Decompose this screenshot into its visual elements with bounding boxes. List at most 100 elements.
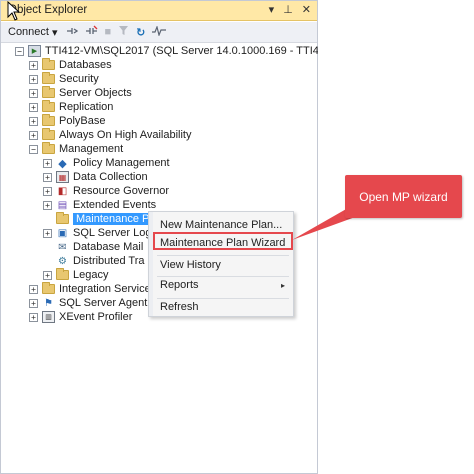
tree-node-databases[interactable]: + Databases <box>29 58 112 72</box>
tree-node-label: Databases <box>59 59 112 71</box>
tree-node-label: Always On High Availability <box>59 129 192 141</box>
tree-node-label: Data Collection <box>73 171 148 183</box>
window-menu-icon[interactable]: ▾ <box>269 3 275 16</box>
tree-node-extended-events[interactable]: + ▤ Extended Events <box>43 198 156 212</box>
data-collection-icon: ▦ <box>56 171 69 183</box>
policy-icon: ◆ <box>58 157 67 170</box>
tree-node-replication[interactable]: + Replication <box>29 100 113 114</box>
menu-item-label: View History <box>160 259 221 271</box>
expand-icon[interactable]: + <box>29 102 38 112</box>
expand-icon[interactable]: + <box>29 116 38 126</box>
expand-icon[interactable]: + <box>29 60 38 70</box>
tree-node-management[interactable]: − Management <box>29 142 123 156</box>
connect-object-icon[interactable] <box>65 25 78 40</box>
menu-item-reports[interactable]: Reports ▸ <box>153 276 293 294</box>
tree-node-polybase[interactable]: + PolyBase <box>29 114 105 128</box>
tree-node-label: Distributed Tra <box>73 255 145 267</box>
expand-icon[interactable]: + <box>29 88 38 98</box>
folder-icon <box>42 86 55 98</box>
menu-item-label: New Maintenance Plan... <box>160 219 283 231</box>
tree-node-sql-server-logs[interactable]: + ▣ SQL Server Log <box>43 226 151 240</box>
tree-node-maintenance-plans[interactable]: Maintenance P <box>43 212 153 226</box>
tree-node-policy-management[interactable]: + ◆ Policy Management <box>43 156 170 170</box>
expand-icon[interactable]: + <box>43 228 52 238</box>
server-icon: ▶ <box>28 45 41 57</box>
expand-icon[interactable]: + <box>43 270 52 280</box>
expand-icon[interactable]: + <box>29 284 38 294</box>
object-explorer-toolbar: Connect ▾ ■ ↻ <box>1 22 317 43</box>
tree-node-data-collection[interactable]: + ▦ Data Collection <box>43 170 148 184</box>
context-menu: New Maintenance Plan... Maintenance Plan… <box>148 211 294 317</box>
chevron-right-icon: ▸ <box>280 280 285 290</box>
disconnect-icon[interactable] <box>85 25 98 40</box>
tree-node-sql-server-agent[interactable]: + ⚑ SQL Server Agent <box>29 296 147 310</box>
filter-icon[interactable] <box>118 25 129 39</box>
tree-node-integration-services[interactable]: + Integration Service <box>29 282 151 296</box>
tree-node-label: SQL Server Log <box>73 227 152 239</box>
menu-item-label: Refresh <box>160 301 199 313</box>
mouse-cursor-icon <box>7 1 21 21</box>
object-explorer-titlebar[interactable]: Object Explorer ▾ ⊥ ✕ <box>1 1 317 21</box>
tree-node-label: Legacy <box>73 269 109 281</box>
tree-node-label: PolyBase <box>59 115 106 127</box>
activity-monitor-icon[interactable] <box>152 24 167 39</box>
log-icon: ▣ <box>57 227 68 239</box>
tree-node-label: Resource Governor <box>73 185 169 197</box>
extended-events-icon: ▤ <box>57 199 68 211</box>
collapse-icon[interactable]: − <box>29 144 38 154</box>
xevent-profiler-icon: ▥ <box>42 311 55 323</box>
close-icon[interactable]: ✕ <box>302 3 311 16</box>
tree-node-distributed-transaction[interactable]: ⚙ Distributed Tra <box>43 254 145 268</box>
folder-icon <box>42 142 55 154</box>
folder-icon <box>56 212 69 224</box>
menu-item-label: Reports <box>160 279 199 291</box>
dtc-icon: ⚙ <box>58 255 67 267</box>
menu-item-view-history[interactable]: View History <box>153 256 293 274</box>
tree-node-label: Extended Events <box>73 199 157 211</box>
expand-icon[interactable]: + <box>29 74 38 84</box>
expand-icon[interactable]: + <box>29 298 38 308</box>
folder-icon <box>42 114 55 126</box>
window-controls: ▾ ⊥ ✕ <box>269 3 311 16</box>
expand-icon[interactable]: + <box>43 172 52 182</box>
callout-text: Open MP wizard <box>359 189 448 204</box>
folder-icon <box>56 268 69 280</box>
folder-icon <box>42 100 55 112</box>
folder-icon <box>42 282 55 294</box>
stop-icon[interactable]: ■ <box>105 26 112 38</box>
expand-icon[interactable]: + <box>43 186 52 196</box>
background-area <box>318 0 474 474</box>
expand-icon[interactable]: + <box>43 200 52 210</box>
tree-node-legacy[interactable]: + Legacy <box>43 268 108 282</box>
menu-item-refresh[interactable]: Refresh <box>153 298 293 316</box>
tree-node-label: Management <box>59 143 124 155</box>
connect-label: Connect <box>8 26 49 38</box>
tree-node-label: Server Objects <box>59 87 132 99</box>
tree-node-always-on[interactable]: + Always On High Availability <box>29 128 191 142</box>
connect-button[interactable]: Connect ▾ <box>8 26 58 39</box>
tree-node-xevent-profiler[interactable]: + ▥ XEvent Profiler <box>29 310 132 324</box>
tree-node-security[interactable]: + Security <box>29 72 99 86</box>
folder-icon <box>42 72 55 84</box>
callout-annotation: Open MP wizard <box>345 175 462 218</box>
pin-icon[interactable]: ⊥ <box>283 3 293 16</box>
tree-node-label: Policy Management <box>73 157 170 169</box>
collapse-icon[interactable]: − <box>15 46 24 56</box>
folder-icon <box>42 128 55 140</box>
mail-icon: ✉ <box>58 241 67 253</box>
tree-node-label: XEvent Profiler <box>59 311 133 323</box>
tree-node-resource-governor[interactable]: + ◧ Resource Governor <box>43 184 169 198</box>
chevron-down-icon: ▾ <box>51 26 58 39</box>
tree-node-label: Maintenance P <box>73 213 153 225</box>
tree-node-label: Replication <box>59 101 114 113</box>
expand-icon[interactable]: + <box>29 312 38 322</box>
tree-node-database-mail[interactable]: ✉ Database Mail <box>43 240 143 254</box>
tree-node-label: Database Mail <box>73 241 144 253</box>
expand-icon[interactable]: + <box>43 158 52 168</box>
tree-node-server-objects[interactable]: + Server Objects <box>29 86 132 100</box>
tree-node-label: SQL Server Agent <box>59 297 148 309</box>
folder-icon <box>42 58 55 70</box>
wizard-highlight-box <box>153 232 293 250</box>
refresh-icon[interactable]: ↻ <box>136 26 145 39</box>
expand-icon[interactable]: + <box>29 130 38 140</box>
